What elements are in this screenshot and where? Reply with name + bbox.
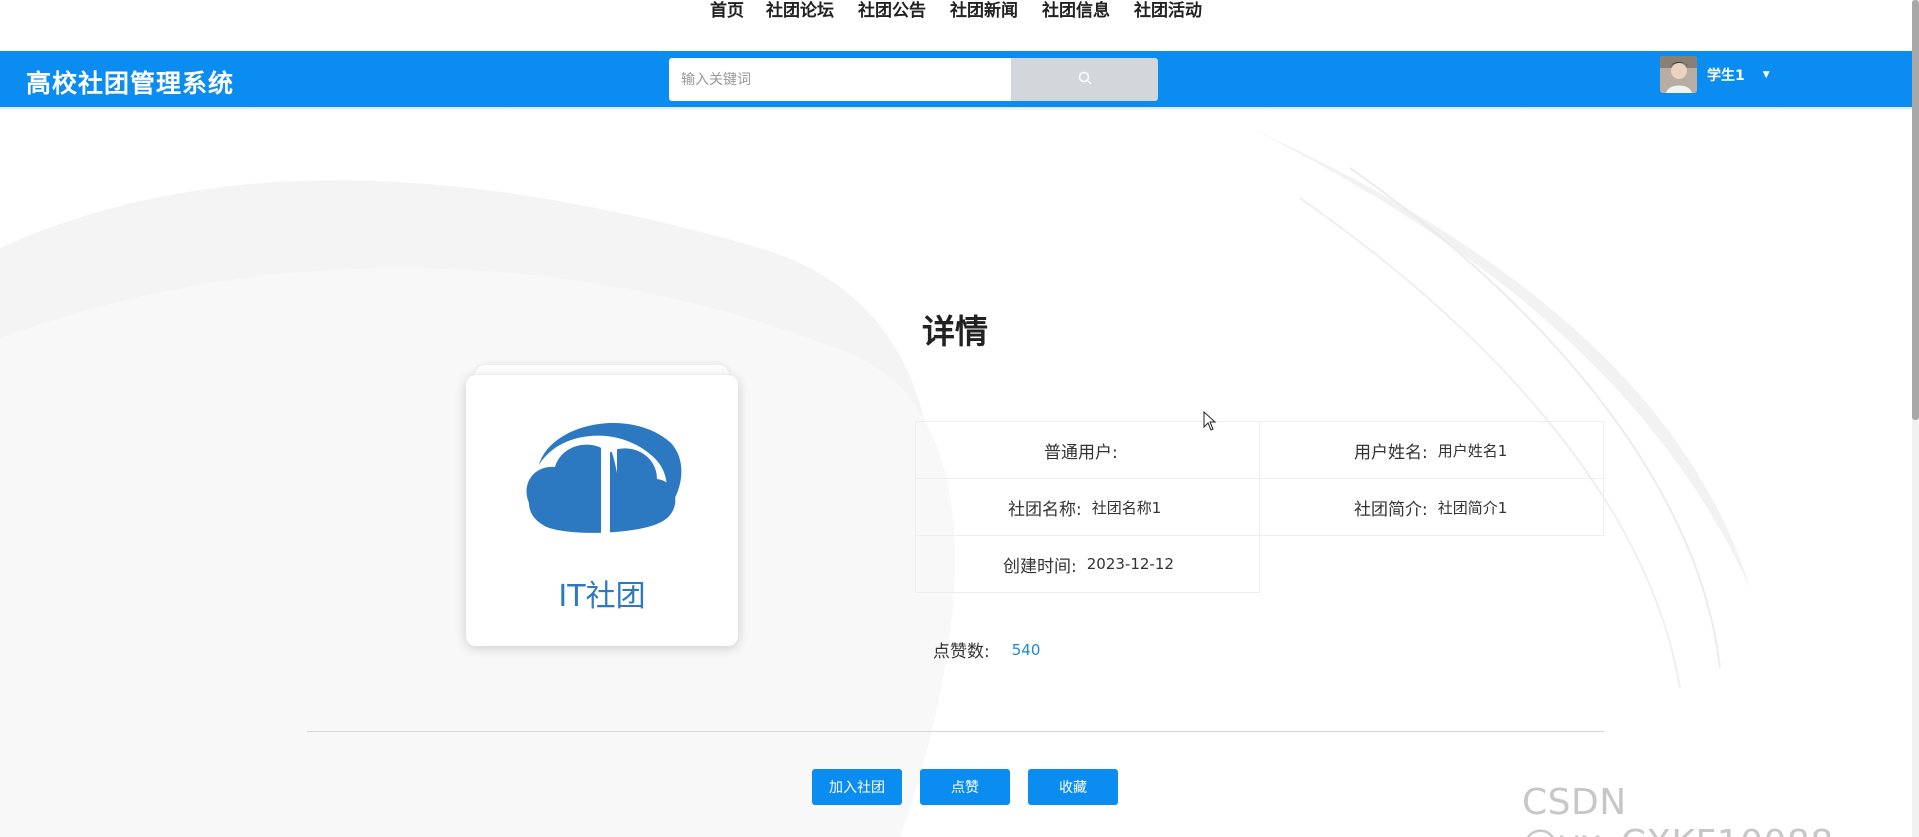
- watermark-text: CSDN @vx_CXKF10088: [1522, 782, 1833, 837]
- divider: [307, 731, 1604, 732]
- top-navigation: 首页 社团论坛 社团公告 社团新闻 社团信息 社团活动: [0, 0, 1919, 51]
- field-label: 用户姓名:: [1354, 442, 1428, 463]
- user-name[interactable]: 学生1: [1707, 65, 1745, 85]
- field-value: 社团简介1: [1437, 498, 1508, 517]
- caret-down-icon[interactable]: ▼: [1763, 70, 1770, 80]
- nav-item-news[interactable]: 社团新闻: [950, 0, 1018, 22]
- club-logo-card: IT社团: [466, 375, 738, 646]
- favorite-button[interactable]: 收藏: [1028, 769, 1118, 805]
- nav-item-activities[interactable]: 社团活动: [1134, 0, 1202, 22]
- likes-label: 点赞数:: [933, 642, 990, 662]
- table-cell: 创建时间: 2023-12-12: [915, 535, 1260, 593]
- logo-text: IT社团: [558, 579, 646, 614]
- table-cell: 社团简介: 社团简介1: [1259, 478, 1604, 536]
- nav-item-forum[interactable]: 社团论坛: [766, 0, 834, 22]
- search-button[interactable]: [1011, 58, 1158, 101]
- nav-item-club-info[interactable]: 社团信息: [1042, 0, 1110, 22]
- detail-table: 普通用户: 用户姓名: 用户姓名1 社团名称: 社团名称1 社团简介: 社团简介…: [915, 421, 1604, 593]
- search-icon: [1078, 70, 1092, 89]
- table-cell-empty: [1260, 536, 1604, 593]
- header-shadow: [0, 107, 1912, 111]
- nav-item-announcements[interactable]: 社团公告: [858, 0, 926, 22]
- nav-item-home[interactable]: 首页: [710, 0, 744, 22]
- field-label: 创建时间:: [1003, 556, 1077, 577]
- field-label: 社团简介:: [1354, 499, 1428, 520]
- page-title: 详情: [922, 312, 988, 351]
- search-input[interactable]: [669, 58, 1011, 101]
- table-cell: 用户姓名: 用户姓名1: [1259, 421, 1604, 479]
- field-label: 普通用户:: [1044, 442, 1118, 463]
- field-value: 用户姓名1: [1437, 441, 1508, 460]
- cloud-logo-icon: [526, 423, 682, 545]
- field-label: 社团名称:: [1008, 499, 1082, 520]
- like-button[interactable]: 点赞: [920, 769, 1010, 805]
- scrollbar-thumb[interactable]: [1912, 0, 1919, 420]
- search-box: [669, 58, 1158, 101]
- likes-count: 点赞数: 540: [933, 637, 1041, 663]
- avatar[interactable]: [1660, 56, 1697, 93]
- join-club-button[interactable]: 加入社团: [812, 769, 902, 805]
- mouse-cursor-icon: [1203, 410, 1217, 436]
- field-value: 社团名称1: [1091, 498, 1162, 517]
- site-title[interactable]: 高校社团管理系统: [26, 64, 234, 100]
- table-cell: 社团名称: 社团名称1: [915, 478, 1260, 536]
- likes-value: 540: [1011, 640, 1041, 659]
- field-value: 2023-12-12: [1086, 555, 1174, 573]
- user-menu[interactable]: 学生1 ▼: [1660, 56, 1770, 93]
- header-bar: 高校社团管理系统 学生1 ▼: [0, 51, 1912, 107]
